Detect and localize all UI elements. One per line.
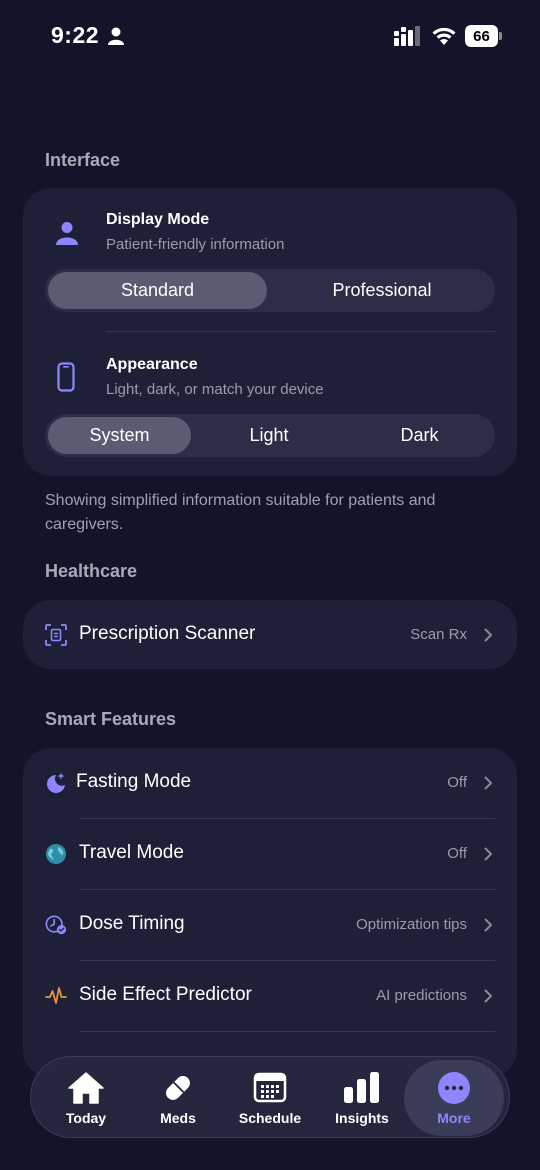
tab-more[interactable]: More xyxy=(404,1060,504,1136)
chevron-right-icon xyxy=(484,776,492,790)
bar-chart-icon xyxy=(344,1072,379,1103)
list-item-dose-timing[interactable]: Dose Timing Optimization tips xyxy=(23,890,517,960)
chevron-right-icon xyxy=(484,989,492,1003)
tab-label: Schedule xyxy=(238,1110,302,1126)
status-time: 9:22 xyxy=(51,22,100,48)
section-header-smart-features: Smart Features xyxy=(45,709,177,729)
list-item-label: Side Effect Predictor xyxy=(79,984,252,1005)
chevron-right-icon xyxy=(484,918,492,932)
list-item-label: Fasting Mode xyxy=(76,771,192,792)
display-mode-segmented-control: Standard Professional xyxy=(45,269,495,312)
segment-professional[interactable]: Professional xyxy=(271,272,493,309)
tab-bar: Today Meds Schedule Insights More xyxy=(30,1056,510,1138)
phone-icon xyxy=(57,362,75,392)
divider xyxy=(79,1031,495,1032)
waveform-icon xyxy=(45,987,67,1004)
globe-icon xyxy=(46,844,66,864)
document-scan-icon xyxy=(45,624,67,646)
list-item-side-effect-predictor[interactable]: Side Effect Predictor AI predictions xyxy=(23,961,517,1031)
healthcare-card: Prescription Scanner Scan Rx xyxy=(23,600,517,669)
calendar-icon xyxy=(253,1072,287,1103)
house-icon xyxy=(68,1072,104,1104)
battery-level: 66 xyxy=(465,25,498,47)
wifi-icon xyxy=(432,27,456,45)
segment-dark[interactable]: Dark xyxy=(347,417,492,454)
ellipsis-icon xyxy=(438,1072,470,1104)
list-item-value: Optimization tips xyxy=(356,916,467,933)
battery-tip xyxy=(499,32,502,40)
list-item-value: AI predictions xyxy=(376,987,467,1004)
appearance-title: Appearance xyxy=(106,356,198,373)
tab-schedule[interactable]: Schedule xyxy=(224,1057,316,1139)
list-item-value: Scan Rx xyxy=(410,626,467,643)
tab-label: Meds xyxy=(160,1110,196,1126)
list-item-travel-mode[interactable]: Travel Mode Off xyxy=(23,819,517,889)
segment-standard[interactable]: Standard xyxy=(48,272,267,309)
chevron-right-icon xyxy=(484,847,492,861)
status-bar: 9:22 66 xyxy=(0,0,540,72)
appearance-segmented-control: System Light Dark xyxy=(45,414,495,457)
list-item-label: Prescription Scanner xyxy=(79,623,256,644)
tab-meds[interactable]: Meds xyxy=(132,1057,224,1139)
tab-label: Today xyxy=(65,1110,107,1126)
person-icon xyxy=(108,27,124,45)
segment-system[interactable]: System xyxy=(48,417,191,454)
chevron-right-icon xyxy=(484,628,492,642)
tab-today[interactable]: Today xyxy=(40,1057,132,1139)
battery-indicator: 66 xyxy=(465,25,502,47)
person-icon xyxy=(56,222,78,245)
cellular-signal-icon xyxy=(394,26,420,46)
smart-features-card: Fasting Mode Off Travel Mode Off Dose Ti… xyxy=(23,748,517,1078)
list-item-prescription-scanner[interactable]: Prescription Scanner Scan Rx xyxy=(23,600,517,669)
tab-label: More xyxy=(437,1110,471,1126)
section-header-interface: Interface xyxy=(45,150,121,170)
divider xyxy=(106,331,495,332)
display-mode-subtitle: Patient-friendly information xyxy=(106,236,285,253)
display-mode-footnote: Showing simplified information suitable … xyxy=(45,492,436,533)
moon-stars-icon xyxy=(47,773,65,793)
pill-icon xyxy=(166,1076,190,1100)
list-item-value: Off xyxy=(447,774,467,791)
appearance-subtitle: Light, dark, or match your device xyxy=(106,381,324,398)
list-item-label: Dose Timing xyxy=(79,913,185,934)
tab-label: Insights xyxy=(335,1110,389,1126)
tab-insights[interactable]: Insights xyxy=(316,1057,408,1139)
segment-light[interactable]: Light xyxy=(195,417,343,454)
list-item-value: Off xyxy=(447,845,467,862)
section-header-healthcare: Healthcare xyxy=(45,561,138,581)
list-item-fasting-mode[interactable]: Fasting Mode Off xyxy=(23,748,517,818)
display-mode-title: Display Mode xyxy=(106,211,210,228)
list-item-label: Travel Mode xyxy=(79,842,184,863)
clock-check-icon xyxy=(45,915,67,935)
